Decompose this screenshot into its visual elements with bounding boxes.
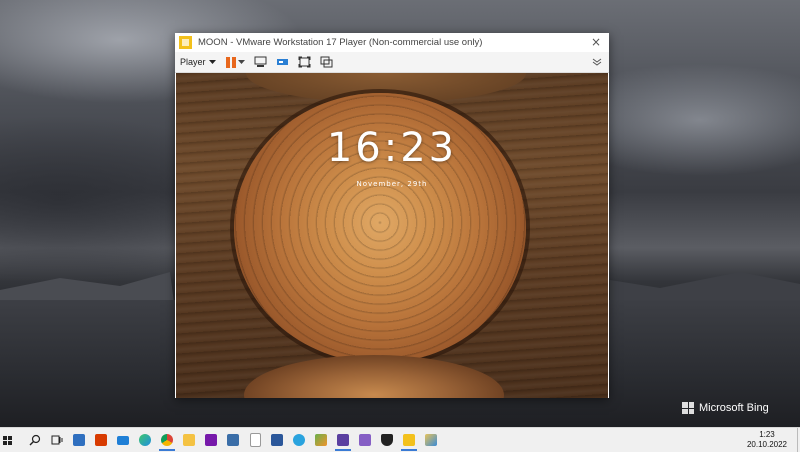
- fullscreen-button[interactable]: [298, 55, 312, 69]
- collapse-toolbar-button[interactable]: [590, 55, 604, 69]
- edge-icon: [139, 434, 151, 446]
- system-tray: 1:23 20.10.2022: [747, 428, 800, 452]
- send-ctrl-alt-del-icon: [254, 56, 267, 67]
- chrome-icon: [161, 434, 173, 446]
- bing-label: Microsoft Bing: [699, 402, 769, 414]
- lock-screen-time: 16:23: [326, 125, 458, 171]
- start-button[interactable]: [0, 429, 14, 451]
- tray-date: 20.10.2022: [746, 440, 787, 449]
- player-menu-label: Player: [180, 57, 206, 67]
- guest-lock-screen[interactable]: 16:23 November, 29th: [176, 73, 608, 398]
- phone-link-icon: [227, 434, 239, 446]
- taskbar-floppy[interactable]: [332, 429, 354, 451]
- removable-devices-button[interactable]: [276, 55, 290, 69]
- pause-icon: [225, 56, 236, 68]
- pause-button[interactable]: [224, 55, 238, 69]
- window-titlebar[interactable]: MOON - VMware Workstation 17 Player (Non…: [175, 33, 609, 52]
- calculator-icon: [73, 434, 85, 446]
- fullscreen-icon: [298, 56, 311, 68]
- chevron-down-icon: [208, 59, 216, 64]
- taskbar-task-view[interactable]: [46, 429, 68, 451]
- paint-tool-icon: [425, 434, 437, 446]
- taskbar-file-explorer[interactable]: [178, 429, 200, 451]
- taskbar-telegram[interactable]: [288, 429, 310, 451]
- taskbar-search[interactable]: [24, 429, 46, 451]
- notepad-icon: [249, 433, 261, 447]
- word-icon: [271, 434, 283, 446]
- onenote-icon: [205, 434, 217, 446]
- close-window-button[interactable]: ×: [589, 35, 603, 49]
- taskbar-vmware[interactable]: [398, 429, 420, 451]
- taskbar-notepad[interactable]: [244, 429, 266, 451]
- taskbar-edge[interactable]: [134, 429, 156, 451]
- save-icon: [337, 434, 349, 446]
- taskbar-calculator[interactable]: [68, 429, 90, 451]
- lock-screen-date: November, 29th: [356, 180, 428, 188]
- taskbar-chrome[interactable]: [156, 429, 178, 451]
- telegram-icon: [293, 434, 305, 446]
- taskbar-phone-link[interactable]: [222, 429, 244, 451]
- visual-studio-icon: [359, 434, 371, 446]
- vmware-player-window[interactable]: MOON - VMware Workstation 17 Player (Non…: [175, 33, 609, 398]
- vm-toolbar: Player: [175, 52, 609, 73]
- office-icon: [95, 434, 107, 446]
- task-view-icon: [51, 435, 63, 445]
- mail-icon: [117, 435, 129, 445]
- player-menu-button[interactable]: Player: [180, 57, 216, 67]
- taskbar-office[interactable]: [90, 429, 112, 451]
- folder-icon: [183, 434, 195, 446]
- unity-button[interactable]: [320, 55, 334, 69]
- collapse-icon: [592, 58, 602, 66]
- taskbar-mail[interactable]: [112, 429, 134, 451]
- taskbar-word[interactable]: [266, 429, 288, 451]
- taskbar-onenote[interactable]: [200, 429, 222, 451]
- chevron-down-icon: [238, 59, 246, 64]
- send-ctrl-alt-del-button[interactable]: [254, 55, 268, 69]
- window-title: MOON - VMware Workstation 17 Player (Non…: [198, 37, 483, 48]
- log-bottom-image: [244, 355, 504, 398]
- tray-time: 1:23: [759, 430, 775, 439]
- unity-icon: [320, 56, 333, 68]
- taskbar: 1:23 20.10.2022: [0, 427, 800, 452]
- tray-clock[interactable]: 1:23 20.10.2022: [747, 430, 787, 450]
- taskbar-security[interactable]: [376, 429, 398, 451]
- paint-icon: [315, 434, 327, 446]
- windows-logo-icon: [682, 402, 694, 414]
- shield-icon: [381, 434, 393, 446]
- vmware-app-icon: [179, 36, 192, 49]
- taskbar-paint-tool[interactable]: [420, 429, 442, 451]
- windows-logo-icon: [2, 435, 12, 445]
- bing-watermark: Microsoft Bing: [682, 402, 769, 414]
- pause-options-button[interactable]: [238, 55, 246, 69]
- taskbar-paint[interactable]: [310, 429, 332, 451]
- vmware-icon: [403, 434, 415, 446]
- devices-icon: [277, 59, 289, 65]
- search-icon: [29, 434, 41, 446]
- taskbar-visual-studio[interactable]: [354, 429, 376, 451]
